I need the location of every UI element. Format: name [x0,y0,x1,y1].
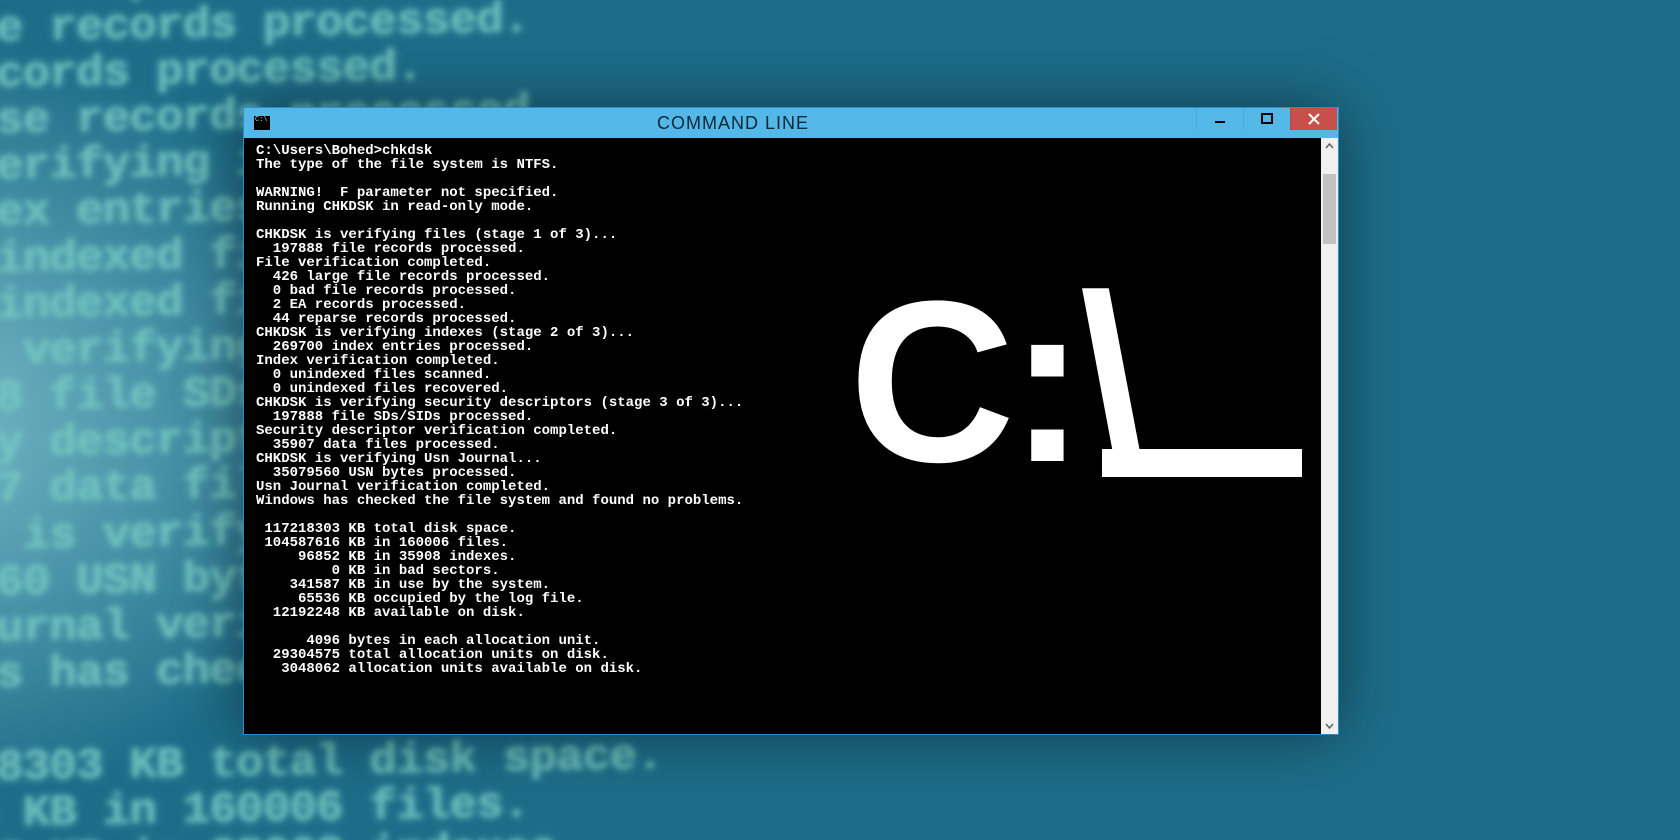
minimize-icon [1214,113,1226,125]
command-window: COMMAND LINE C:\Users\Bohed>chkdsk The t… [243,107,1339,735]
scroll-down-button[interactable] [1321,717,1338,734]
window-title: COMMAND LINE [270,108,1196,138]
minimize-button[interactable] [1196,108,1243,130]
terminal-output[interactable]: C:\Users\Bohed>chkdsk The type of the fi… [244,138,1321,734]
maximize-button[interactable] [1243,108,1290,130]
window-body: C:\Users\Bohed>chkdsk The type of the fi… [243,138,1339,735]
window-controls [1196,108,1337,131]
scrollbar[interactable] [1321,138,1338,734]
titlebar[interactable]: COMMAND LINE [243,107,1339,138]
maximize-icon [1261,113,1273,125]
close-icon [1308,113,1320,125]
app-icon[interactable] [254,116,270,130]
scrollbar-thumb[interactable] [1323,174,1336,244]
chevron-up-icon [1325,142,1334,151]
scroll-up-button[interactable] [1321,138,1338,155]
chevron-down-icon [1325,721,1334,730]
close-button[interactable] [1290,108,1337,130]
